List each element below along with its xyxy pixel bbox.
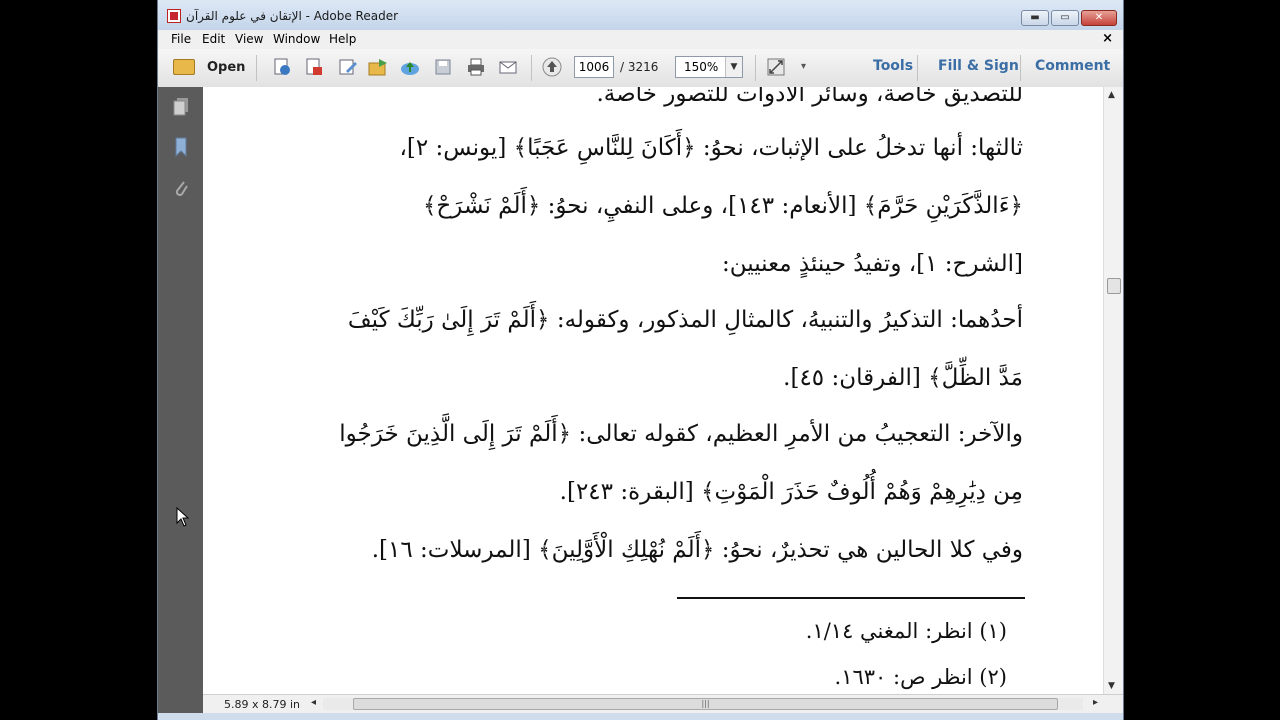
text-line: أحدُهما: التذكيرُ والتنبيهُ، كالمثالِ ال… (347, 307, 1023, 333)
page-total: / 3216 (620, 60, 659, 74)
zoom-value: 150% (684, 60, 719, 74)
bookmarks-icon[interactable] (172, 137, 190, 157)
window-title: الإتقان في علوم القرآن - Adobe Reader (186, 9, 399, 23)
menu-window[interactable]: Window (273, 32, 320, 46)
close-button[interactable]: ✕ (1081, 10, 1117, 26)
scrollbar-thumb[interactable] (1107, 278, 1121, 294)
tab-comment[interactable]: Comment (1035, 58, 1110, 74)
zoom-select[interactable]: 150% ▼ (675, 56, 743, 78)
text-line: ﴿ءَالذَّكَرَيْنِ حَرَّمَ﴾ [الأنعام: ١٤٣]… (422, 193, 1023, 219)
fit-page-icon[interactable] (766, 57, 786, 77)
adobe-pdf-icon (167, 9, 181, 23)
toolbar-separator (256, 55, 257, 81)
text-line: وفي كلا الحالين هي تحذيرٌ، نحوُ: ﴿أَلَمْ… (371, 537, 1023, 563)
toolbar-separator (1020, 55, 1021, 81)
open-folder-icon[interactable] (173, 59, 195, 75)
previous-page-icon[interactable] (542, 57, 562, 77)
email-icon[interactable] (498, 57, 518, 77)
toolbar-separator (755, 55, 756, 81)
combine-files-icon[interactable] (368, 57, 388, 77)
menu-help[interactable]: Help (329, 32, 356, 46)
chevron-down-icon[interactable]: ▼ (725, 57, 742, 77)
document-close-icon[interactable]: × (1102, 31, 1113, 46)
scroll-left-icon[interactable]: ◂ (311, 697, 316, 708)
footnote: (٢) انظر ص: ١٦٣٠. (834, 665, 1007, 689)
vertical-scrollbar[interactable]: ▲ ▼ (1103, 87, 1123, 694)
text-line: للتصديق خاصة، وسائر الأدوات للتصور خاصة. (596, 87, 1024, 107)
page-thumbnails-icon[interactable] (172, 97, 190, 117)
menu-file[interactable]: File (171, 32, 191, 46)
open-button[interactable]: Open (207, 60, 245, 75)
horizontal-scrollbar-thumb[interactable]: ||| (353, 698, 1058, 710)
export-pdf-icon[interactable] (304, 57, 324, 77)
cloud-upload-icon[interactable] (400, 57, 420, 77)
scroll-down-icon[interactable]: ▼ (1108, 681, 1115, 691)
text-line: [الشرح: ١]، وتفيدُ حينئذٍ معنيين: (722, 251, 1023, 277)
tab-fill-sign[interactable]: Fill & Sign (938, 58, 1019, 74)
toolbar: Open 1006 / 3216 150% ▼ ▾ Tools Fill & S… (158, 49, 1123, 88)
save-icon[interactable] (433, 57, 453, 77)
create-pdf-icon[interactable] (272, 57, 292, 77)
footnote-divider (677, 597, 1025, 599)
window-border (158, 713, 1123, 720)
toolbar-separator (917, 55, 918, 81)
menu-bar: File Edit View Window Help × (158, 30, 1123, 49)
pdf-page: للتصديق خاصة، وسائر الأدوات للتصور خاصة.… (203, 87, 1103, 694)
tab-tools[interactable]: Tools (873, 58, 913, 74)
navigation-pane (158, 87, 203, 713)
title-bar: الإتقان في علوم القرآن - Adobe Reader ▬ … (158, 0, 1123, 30)
scroll-up-icon[interactable]: ▲ (1108, 90, 1115, 100)
minimize-button[interactable]: ▬ (1021, 10, 1049, 26)
page-number-input[interactable]: 1006 (574, 56, 614, 78)
attachments-icon[interactable] (172, 179, 190, 199)
scroll-right-icon[interactable]: ▸ (1093, 697, 1098, 708)
text-line: والآخر: التعجيبُ من الأمرِ العظيم، كقوله… (339, 421, 1023, 447)
edit-pdf-icon[interactable] (338, 57, 358, 77)
status-bar: 5.89 x 8.79 in ◂ ||| ▸ (203, 694, 1123, 714)
maximize-button[interactable]: ▭ (1051, 10, 1079, 26)
menu-edit[interactable]: Edit (202, 32, 225, 46)
document-view[interactable]: للتصديق خاصة، وسائر الأدوات للتصور خاصة.… (203, 87, 1103, 694)
toolbar-options-icon[interactable]: ▾ (801, 61, 806, 72)
menu-view[interactable]: View (235, 32, 263, 46)
toolbar-separator (531, 55, 532, 81)
page-size-label: 5.89 x 8.79 in (224, 698, 301, 711)
mouse-cursor-icon (176, 507, 190, 527)
text-line: مَدَّ الظِّلَّ﴾ [الفرقان: ٤٥]. (783, 365, 1023, 391)
footnote: (١) انظر: المغني ١/١٤. (805, 619, 1007, 643)
print-icon[interactable] (466, 57, 486, 77)
text-line: ثالثها: أنها تدخلُ على الإثبات، نحوُ: ﴿أ… (399, 135, 1023, 161)
text-line: مِن دِيَٰرِهِمْ وَهُمْ أُلُوفٌ حَذَرَ ال… (559, 479, 1023, 505)
adobe-reader-window: الإتقان في علوم القرآن - Adobe Reader ▬ … (157, 0, 1124, 720)
